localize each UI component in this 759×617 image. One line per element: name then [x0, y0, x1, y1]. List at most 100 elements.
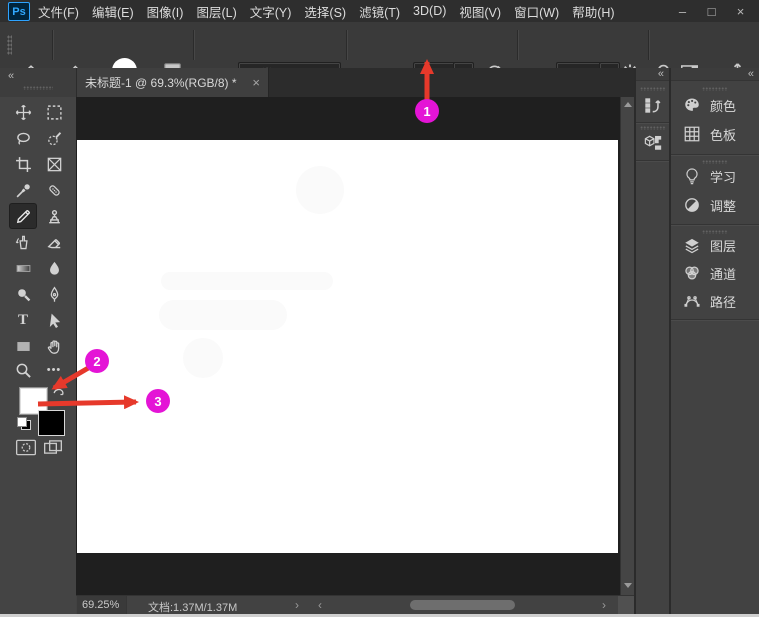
document-tab[interactable]: 未标题-1 @ 69.3%(RGB/8) * × [77, 68, 269, 97]
document-tab-title: 未标题-1 @ 69.3%(RGB/8) * [85, 76, 237, 90]
background-color-swatch[interactable] [38, 410, 65, 436]
panel-button-paths[interactable]: 路径 [671, 292, 759, 310]
scroll-right-icon[interactable]: › [602, 599, 606, 611]
adjustments-icon [683, 196, 701, 214]
type-tool[interactable]: T [10, 308, 36, 332]
status-bar: 69.25% 文档:1.37M/1.37M › ‹ › [76, 595, 634, 615]
eyedropper-tool[interactable] [10, 178, 36, 202]
menu-window[interactable]: 窗口(W) [514, 2, 559, 21]
status-menu-arrow-icon[interactable]: › [295, 599, 299, 611]
maximize-button[interactable]: □ [697, 1, 726, 21]
crop-tool[interactable] [10, 152, 36, 176]
window-controls: – □ × [668, 0, 755, 22]
panel-grip[interactable] [702, 160, 728, 164]
panel-button-swatches[interactable]: 色板 [671, 125, 759, 143]
horizontal-scrollbar-thumb[interactable] [410, 600, 515, 610]
toolbar-header: « [0, 68, 76, 98]
panel-label: 调整 [710, 198, 737, 214]
panel-grip[interactable] [702, 87, 728, 91]
document-canvas[interactable] [77, 140, 618, 553]
minimize-button[interactable]: – [668, 1, 697, 21]
panel-collapse-header[interactable]: « [636, 68, 669, 81]
collapse-panels-icon: « [657, 68, 664, 80]
divider [636, 122, 669, 124]
clone-stamp-tool[interactable] [41, 204, 67, 228]
menu-filter[interactable]: 滤镜(T) [359, 2, 400, 21]
channels-icon [683, 264, 701, 282]
panel-label: 图层 [710, 238, 737, 254]
scroll-down-icon[interactable] [624, 583, 632, 588]
menu-select[interactable]: 选择(S) [304, 2, 346, 21]
palette-icon [683, 96, 701, 114]
history-brush-tool[interactable] [10, 230, 36, 254]
scroll-up-icon[interactable] [624, 102, 632, 107]
marquee-tool[interactable] [41, 100, 67, 124]
brush-mark [159, 300, 287, 330]
blur-tool[interactable] [41, 256, 67, 280]
hand-tool[interactable] [41, 334, 67, 358]
toolbar-grip[interactable] [23, 86, 53, 90]
panel-button-learn[interactable]: 学习 [671, 167, 759, 185]
swap-colors-icon[interactable] [52, 385, 65, 398]
zoom-tool[interactable] [10, 358, 36, 382]
menu-view[interactable]: 视图(V) [459, 2, 501, 21]
close-button[interactable]: × [726, 1, 755, 21]
path-selection-tool[interactable] [41, 308, 67, 332]
panel-column-narrow: « [636, 68, 669, 614]
menu-3d[interactable]: 3D(D) [413, 4, 446, 18]
ellipsis-icon: ••• [46, 364, 62, 376]
pencil-tool[interactable] [10, 204, 36, 228]
libraries-panel-button[interactable] [636, 133, 669, 152]
pen-tool[interactable] [41, 282, 67, 306]
menu-layer[interactable]: 图层(L) [196, 2, 236, 21]
menu-help[interactable]: 帮助(H) [572, 2, 614, 21]
divider [193, 30, 195, 60]
menu-image[interactable]: 图像(I) [147, 2, 184, 21]
quick-selection-tool[interactable] [41, 126, 67, 150]
scroll-left-icon[interactable]: ‹ [318, 599, 322, 611]
layers-icon [683, 236, 701, 254]
menu-file[interactable]: 文件(F) [38, 2, 79, 21]
panel-button-adjustments[interactable]: 调整 [671, 196, 759, 214]
menu-edit[interactable]: 编辑(E) [92, 2, 134, 21]
panel-collapse-header[interactable]: « [671, 68, 759, 81]
eraser-tool[interactable] [41, 230, 67, 254]
healing-brush-tool[interactable] [41, 178, 67, 202]
annotation-badge-2: 2 [85, 349, 109, 373]
zoom-level-field[interactable]: 69.25% [77, 596, 127, 614]
ps-logo: Ps [8, 2, 30, 21]
gradient-tool[interactable] [10, 256, 36, 280]
dodge-tool[interactable] [10, 282, 36, 306]
frame-tool[interactable] [41, 152, 67, 176]
panel-button-layers[interactable]: 图层 [671, 236, 759, 254]
type-tool-glyph: T [17, 311, 28, 328]
panel-grip[interactable] [702, 230, 728, 234]
lasso-tool[interactable] [10, 126, 36, 150]
tab-close-icon[interactable]: × [252, 75, 260, 90]
options-grip[interactable] [7, 35, 12, 55]
zoom-level-value: 69.25% [82, 599, 120, 611]
scrollbar-corner [618, 596, 634, 615]
screen-mode-icon[interactable] [43, 439, 63, 455]
history-panel-button[interactable] [636, 96, 669, 115]
rectangle-tool[interactable] [10, 334, 36, 358]
panel-label: 路径 [710, 294, 737, 310]
canvas-area[interactable] [76, 97, 635, 595]
divider [671, 224, 759, 226]
brush-mark [183, 338, 223, 378]
panel-button-channels[interactable]: 通道 [671, 264, 759, 282]
vertical-scrollbar[interactable] [620, 97, 635, 595]
divider [636, 160, 669, 162]
panel-label: 通道 [710, 266, 737, 282]
panel-grip[interactable] [639, 87, 666, 91]
quick-mask-icon[interactable] [15, 438, 37, 457]
collapse-toolbar-icon[interactable]: « [8, 71, 14, 82]
brush-mark [296, 166, 344, 214]
paths-icon [683, 292, 701, 310]
move-tool[interactable] [10, 100, 36, 124]
panel-grip[interactable] [639, 126, 666, 130]
panel-button-color[interactable]: 颜色 [671, 96, 759, 114]
menu-type[interactable]: 文字(Y) [250, 2, 292, 21]
default-colors-icon[interactable] [17, 417, 31, 430]
edit-toolbar-button[interactable]: ••• [41, 358, 67, 382]
